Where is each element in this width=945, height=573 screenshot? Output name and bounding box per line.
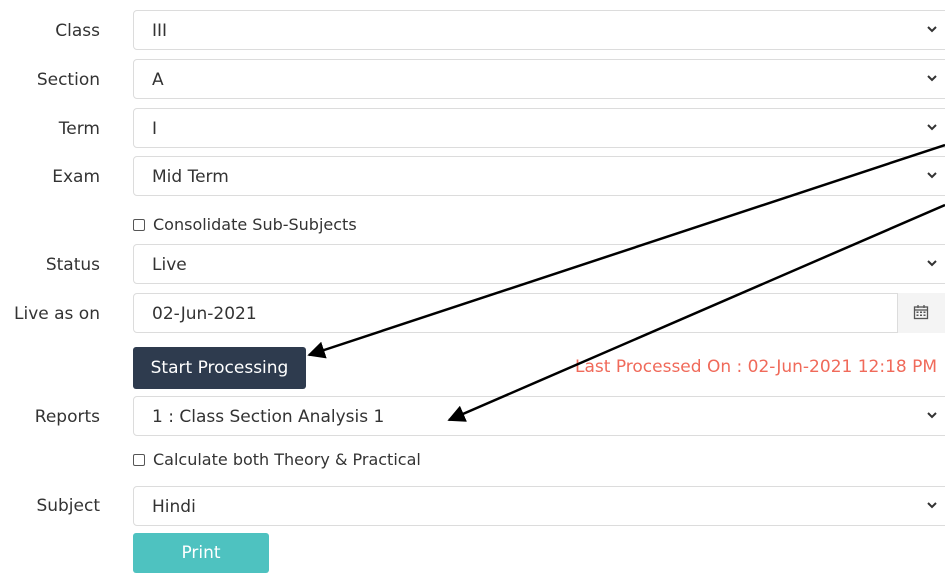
chevron-down-icon bbox=[927, 412, 937, 419]
live-date-value: 02-Jun-2021 bbox=[152, 304, 257, 324]
calculate-checkbox[interactable]: Calculate both Theory & Practical bbox=[133, 450, 421, 469]
chevron-down-icon bbox=[927, 502, 937, 509]
chevron-down-icon bbox=[927, 124, 937, 131]
live-date-input[interactable]: 02-Jun-2021 bbox=[133, 293, 945, 333]
checkbox-box[interactable] bbox=[133, 453, 145, 466]
chevron-down-icon bbox=[927, 172, 937, 179]
reports-value: 1 : Class Section Analysis 1 bbox=[152, 407, 385, 427]
status-label: Status bbox=[45, 255, 100, 275]
term-select[interactable]: I bbox=[133, 108, 945, 148]
exam-value: Mid Term bbox=[152, 167, 229, 187]
class-value: III bbox=[152, 21, 168, 41]
section-value: A bbox=[152, 70, 164, 90]
checkbox-box[interactable] bbox=[133, 218, 145, 231]
section-select[interactable]: A bbox=[133, 59, 945, 99]
section-label: Section bbox=[36, 70, 100, 90]
consolidate-checkbox[interactable]: Consolidate Sub-Subjects bbox=[133, 215, 357, 234]
subject-value: Hindi bbox=[152, 497, 196, 517]
calendar-button[interactable] bbox=[897, 293, 945, 333]
chevron-down-icon bbox=[927, 260, 937, 267]
status-select[interactable]: Live bbox=[133, 244, 945, 284]
subject-select[interactable]: Hindi bbox=[133, 486, 945, 526]
exam-label: Exam bbox=[52, 167, 100, 187]
calendar-icon bbox=[913, 305, 929, 320]
term-label: Term bbox=[58, 119, 100, 139]
subject-label: Subject bbox=[36, 496, 100, 516]
consolidate-label: Consolidate Sub-Subjects bbox=[153, 215, 357, 234]
status-value: Live bbox=[152, 255, 187, 275]
print-button[interactable]: Print bbox=[133, 533, 269, 573]
chevron-down-icon bbox=[927, 75, 937, 82]
start-processing-button[interactable]: Start Processing bbox=[133, 347, 306, 389]
live-as-on-label: Live as on bbox=[14, 304, 100, 324]
exam-select[interactable]: Mid Term bbox=[133, 156, 945, 196]
reports-label: Reports bbox=[34, 407, 100, 427]
reports-select[interactable]: 1 : Class Section Analysis 1 bbox=[133, 396, 945, 436]
class-select[interactable]: III bbox=[133, 10, 945, 50]
chevron-down-icon bbox=[927, 26, 937, 33]
calculate-label: Calculate both Theory & Practical bbox=[153, 450, 421, 469]
class-label: Class bbox=[55, 21, 100, 41]
last-processed-text: Last Processed On : 02-Jun-2021 12:18 PM bbox=[575, 357, 938, 377]
term-value: I bbox=[152, 119, 158, 139]
